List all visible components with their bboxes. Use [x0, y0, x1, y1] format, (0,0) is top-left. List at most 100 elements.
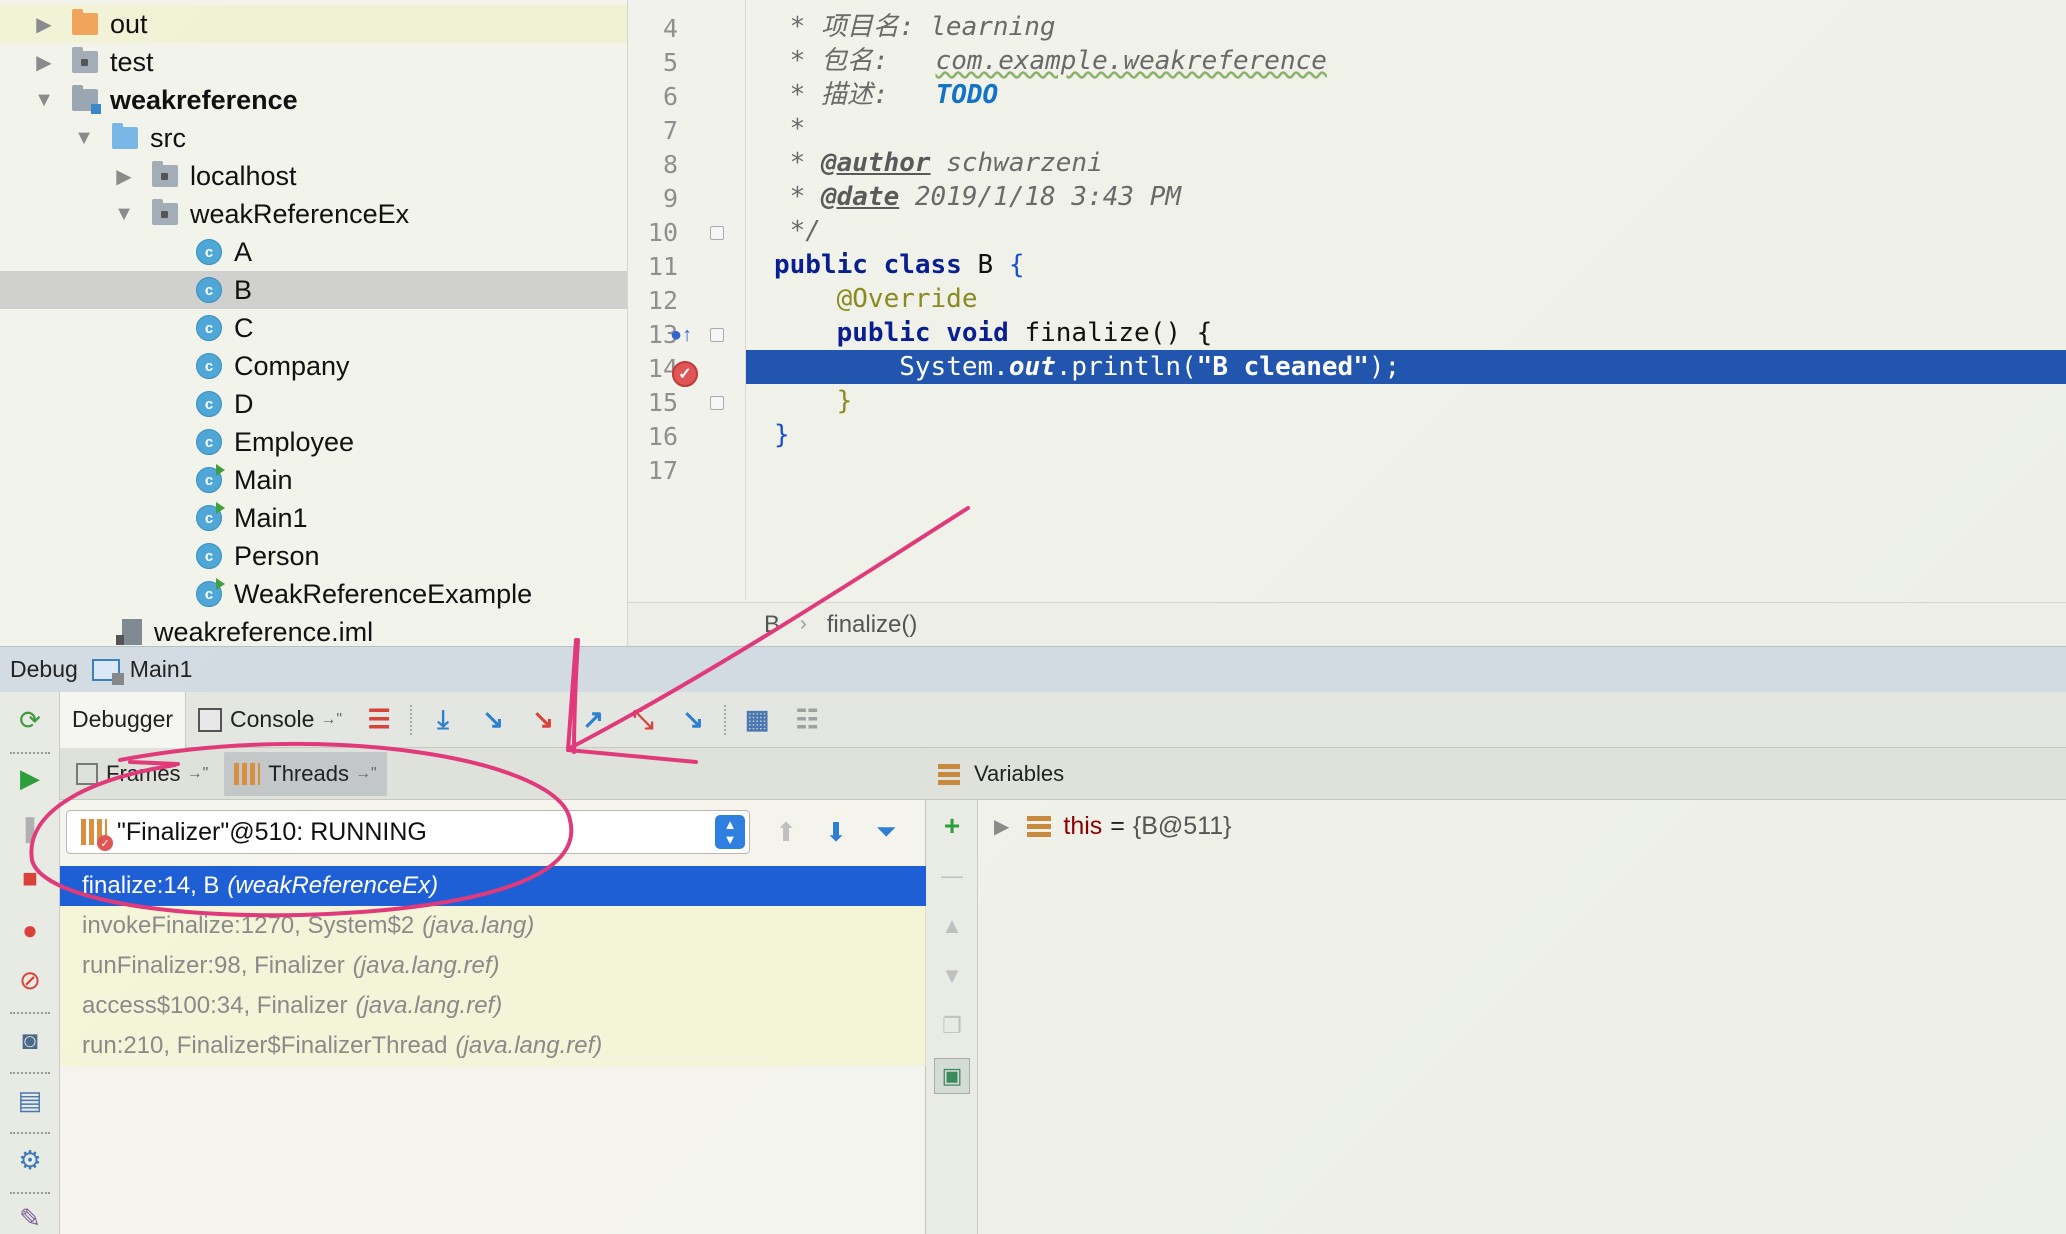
tree-item-weakreference[interactable]: ▼ weakreference [0, 81, 627, 119]
run-to-cursor-icon[interactable]: ↘ [675, 702, 711, 738]
filter-icon[interactable]: ⏷ [870, 816, 902, 848]
code-line-8[interactable]: * @author schwarzeni [746, 146, 2066, 180]
tree-item-a[interactable]: c A [0, 233, 627, 271]
code-line-9[interactable]: * @date 2019/1/18 3:43 PM [746, 180, 2066, 214]
force-step-into-icon[interactable]: ↘ [525, 702, 561, 738]
stop-icon[interactable]: ■ [14, 862, 46, 894]
remove-watch-icon[interactable]: — [934, 858, 970, 894]
code-line-14-current[interactable]: System.out.println("B cleaned"); [746, 350, 2066, 384]
pin-tab-icon[interactable]: ✎ [14, 1202, 46, 1234]
stack-frame-row[interactable]: access$100:34, Finalizer (java.lang.ref) [60, 986, 926, 1026]
thread-selector[interactable]: "Finalizer"@510: RUNNING ▲▼ [66, 810, 750, 854]
code-line-11[interactable]: public class B { [746, 248, 2066, 282]
expand-arrow-icon[interactable]: ▶ [994, 814, 1009, 839]
expand-arrow-icon[interactable]: ▶ [114, 166, 134, 188]
new-watch-icon[interactable]: + [934, 808, 970, 844]
tree-item-src[interactable]: ▼ src [0, 119, 627, 157]
breadcrumb-item[interactable]: finalize() [827, 611, 918, 639]
stack-frame-row[interactable]: invokeFinalize:1270, System$2 (java.lang… [60, 906, 926, 946]
stack-frame-row[interactable]: runFinalizer:98, Finalizer (java.lang.re… [60, 946, 926, 986]
camera-icon[interactable]: ◙ [14, 1024, 46, 1056]
code-line-6[interactable]: * 描述: TODO [746, 78, 2066, 112]
frames-icon [76, 762, 98, 785]
line-number: 6 [662, 82, 678, 111]
mute-breakpoints-icon[interactable]: ⊘ [14, 964, 46, 996]
code-line-10[interactable]: */ [746, 214, 2066, 248]
tree-item-company[interactable]: c Company [0, 347, 627, 385]
pause-icon[interactable]: ❚ [14, 812, 46, 844]
tree-item-main1[interactable]: c Main1 [0, 499, 627, 537]
collapse-arrow-icon[interactable]: ▼ [34, 89, 54, 111]
tree-item-weakreference-iml[interactable]: weakreference.iml [0, 613, 627, 646]
tab-threads[interactable]: Threads →" [224, 751, 387, 796]
settings-gear-icon[interactable]: ⚙ [14, 1144, 46, 1176]
code-line-4[interactable]: * 项目名: learning [746, 10, 2066, 44]
collapse-arrow-icon[interactable]: ▼ [114, 203, 134, 225]
tree-item-out[interactable]: ▶ out [0, 5, 627, 43]
stack-frame-row[interactable]: finalize:14, B (weakReferenceEx) [60, 866, 926, 906]
view-breakpoints-icon[interactable]: ● [14, 914, 46, 946]
frame-method: invokeFinalize:1270, System$2 [82, 912, 415, 939]
code-line-17[interactable] [746, 452, 2066, 486]
step-over-icon[interactable]: ⤓ [425, 702, 461, 738]
step-into-icon[interactable]: ↘ [475, 702, 511, 738]
override-method-icon[interactable]: ●↑ [670, 324, 692, 347]
breadcrumb-item[interactable]: B [764, 611, 780, 639]
pin-icon[interactable]: →" [320, 711, 342, 729]
move-down-icon[interactable]: ▼ [934, 958, 970, 994]
step-out-icon[interactable]: ↗ [575, 702, 611, 738]
show-execution-point-icon[interactable]: ☰ [361, 702, 397, 738]
show-watches-icon[interactable]: ▣ [934, 1058, 970, 1094]
tree-item-main[interactable]: c Main [0, 461, 627, 499]
code-line-16[interactable]: } [746, 418, 2066, 452]
thread-selector-value: "Finalizer"@510: RUNNING [117, 817, 427, 846]
next-frame-icon[interactable]: ⬇ [820, 816, 852, 848]
rerun-icon[interactable]: ⟳ [14, 704, 46, 736]
resume-icon[interactable]: ▶ [14, 762, 46, 794]
tree-item-b[interactable]: c B [0, 271, 627, 309]
tree-item-d[interactable]: c D [0, 385, 627, 423]
tree-item-weakreferenceexample[interactable]: c WeakReferenceExample [0, 575, 627, 613]
tab-debugger[interactable]: Debugger [60, 691, 187, 748]
evaluate-expression-icon[interactable]: ▦ [739, 702, 775, 738]
tree-item-c[interactable]: c C [0, 309, 627, 347]
code-line-12[interactable]: @Override [746, 282, 2066, 316]
runnable-class-icon: c [196, 578, 225, 607]
code-line-13[interactable]: public void finalize() { [746, 316, 2066, 350]
previous-frame-icon[interactable]: ⬆ [770, 816, 802, 848]
stack-frame-row[interactable]: run:210, Finalizer$FinalizerThread (java… [60, 1026, 926, 1066]
tab-console[interactable]: Console →" [186, 692, 354, 748]
move-up-icon[interactable]: ▲ [934, 908, 970, 944]
trace-icon[interactable]: ☷ [789, 702, 825, 738]
tree-item-localhost[interactable]: ▶ localhost [0, 157, 627, 195]
code-editor[interactable]: 4 5 6 7 8 9 10 11 12 13 14 15 16 17 ●↑ ✓… [628, 0, 2066, 646]
variable-value: {B@511} [1132, 811, 1232, 840]
breakpoint-icon[interactable]: ✓ [672, 361, 698, 387]
javadoc-tag: @author [820, 148, 931, 178]
expand-arrow-icon[interactable]: ▶ [34, 52, 54, 74]
copy-icon[interactable]: ❐ [934, 1008, 970, 1044]
drop-frame-icon[interactable]: ⤡ [625, 702, 661, 738]
editor-gutter[interactable]: 4 5 6 7 8 9 10 11 12 13 14 15 16 17 ●↑ ✓ [628, 0, 746, 600]
tree-item-weakreferenceex[interactable]: ▼ weakReferenceEx [0, 195, 627, 233]
fold-marker-icon[interactable] [710, 396, 724, 410]
tree-item-test[interactable]: ▶ test [0, 43, 627, 81]
restore-layout-icon[interactable]: ▤ [14, 1084, 46, 1116]
tree-item-person[interactable]: c Person [0, 537, 627, 575]
expand-arrow-icon[interactable]: ▶ [34, 14, 54, 36]
fold-marker-icon[interactable] [710, 328, 724, 342]
code-line-15[interactable]: } [746, 384, 2066, 418]
collapse-arrow-icon[interactable]: ▼ [74, 127, 94, 149]
tab-frames[interactable]: Frames →" [66, 752, 218, 796]
run-configuration-label[interactable]: Main1 [130, 656, 193, 683]
pin-icon[interactable]: →" [355, 765, 377, 783]
code-line-5[interactable]: * 包名: com.example.weakreference [746, 44, 2066, 78]
code-line-7[interactable]: * [746, 112, 2066, 146]
pin-icon[interactable]: →" [187, 765, 209, 783]
tree-item-label: Main1 [234, 502, 308, 533]
chevron-up-down-icon[interactable]: ▲ ▼ [715, 815, 745, 849]
comment-text: com.example.weakreference [935, 46, 1327, 76]
fold-marker-icon[interactable] [710, 226, 724, 240]
tree-item-employee[interactable]: c Employee [0, 423, 627, 461]
variable-row[interactable]: ▶ this = {B@511} [994, 808, 1232, 844]
